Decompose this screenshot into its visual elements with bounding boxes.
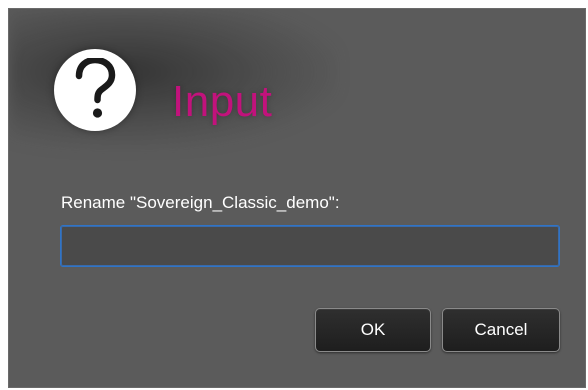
rename-input[interactable] <box>60 225 560 267</box>
cancel-button[interactable]: Cancel <box>442 308 560 352</box>
ok-button[interactable]: OK <box>315 308 431 352</box>
input-dialog: Input Rename "Sovereign_Classic_demo": O… <box>8 8 586 388</box>
rename-prompt-label: Rename "Sovereign_Classic_demo": <box>61 193 340 212</box>
dialog-title: Input <box>172 77 273 126</box>
question-icon <box>54 49 136 131</box>
